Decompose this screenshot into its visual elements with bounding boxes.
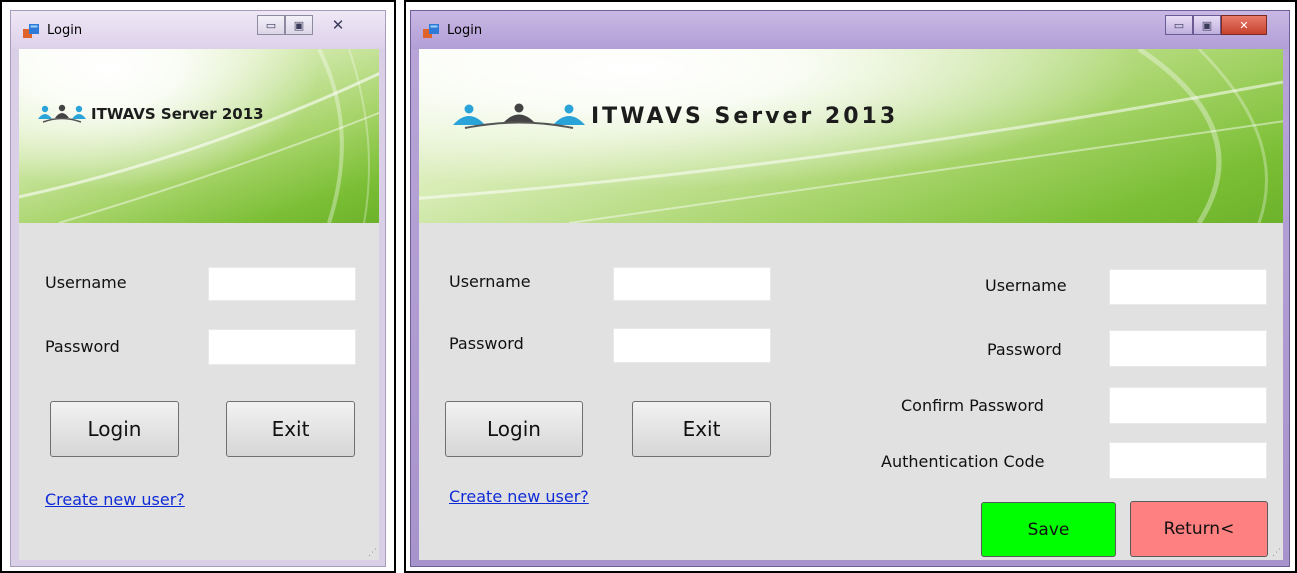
logo-text: ITWAVS Server 2013: [91, 105, 264, 123]
login-window-expanded: Login ▭ ▣ ✕ ITWAVS Server 2013 Username …: [410, 10, 1290, 567]
maximize-button[interactable]: ▣: [1193, 15, 1221, 35]
app-icon: [23, 24, 39, 38]
minimize-button[interactable]: ▭: [257, 15, 285, 35]
save-button[interactable]: Save: [981, 502, 1116, 557]
window-title: Login: [447, 23, 483, 38]
create-new-user-link[interactable]: Create new user?: [45, 490, 185, 509]
authentication-code-label: Authentication Code: [881, 452, 1045, 471]
create-new-user-link[interactable]: Create new user?: [449, 487, 589, 506]
title-bar[interactable]: Login ▭ ▣ ✕: [411, 11, 1289, 49]
confirm-password-label: Confirm Password: [901, 396, 1044, 415]
return-button[interactable]: Return<: [1130, 501, 1268, 557]
confirm-password-input[interactable]: [1109, 387, 1267, 424]
login-window-small: Login ▭ ▣ ✕ ITWAVS Server 2013 Username …: [10, 10, 386, 567]
username-label: Username: [449, 272, 531, 291]
header-banner: ITWAVS Server 2013: [419, 49, 1283, 223]
password-input[interactable]: [208, 329, 356, 365]
left-screenshot-frame: Login ▭ ▣ ✕ ITWAVS Server 2013 Username …: [0, 0, 396, 573]
banner-light-streaks: [419, 49, 1283, 223]
exit-button[interactable]: Exit: [226, 401, 355, 457]
window-title: Login: [47, 23, 83, 38]
window-controls: ▭ ▣ ✕: [257, 15, 363, 35]
form-client-area: ITWAVS Server 2013 Username Password Log…: [419, 49, 1283, 560]
close-button[interactable]: ✕: [1221, 15, 1267, 35]
header-banner: ITWAVS Server 2013: [19, 49, 379, 223]
resize-grip-icon[interactable]: ⋰: [368, 548, 377, 558]
password-label: Password: [449, 334, 524, 353]
logo: ITWAVS Server 2013: [37, 103, 264, 125]
people-logo-icon: [453, 103, 585, 129]
logo-text: ITWAVS Server 2013: [591, 103, 899, 129]
new-username-input[interactable]: [1109, 269, 1267, 305]
login-button[interactable]: Login: [445, 401, 583, 457]
username-input[interactable]: [208, 267, 356, 301]
password-input[interactable]: [613, 328, 771, 363]
username-label: Username: [45, 273, 127, 292]
form-client-area: ITWAVS Server 2013 Username Password Log…: [19, 49, 379, 560]
new-username-label: Username: [985, 276, 1067, 295]
app-icon: [423, 24, 439, 38]
new-password-input[interactable]: [1109, 330, 1267, 367]
authentication-code-input[interactable]: [1109, 442, 1267, 479]
maximize-button[interactable]: ▣: [285, 15, 313, 35]
resize-grip-icon[interactable]: ⋰: [1272, 548, 1281, 558]
banner-light-streaks: [19, 49, 379, 223]
password-label: Password: [45, 337, 120, 356]
username-input[interactable]: [613, 267, 771, 301]
logo: ITWAVS Server 2013: [451, 101, 898, 131]
new-password-label: Password: [987, 340, 1062, 359]
exit-button[interactable]: Exit: [632, 401, 771, 457]
window-controls: ▭ ▣ ✕: [1165, 15, 1267, 35]
title-bar[interactable]: Login ▭ ▣ ✕: [11, 11, 385, 49]
login-button[interactable]: Login: [50, 401, 179, 457]
people-logo-icon: [38, 104, 86, 123]
close-button[interactable]: ✕: [313, 15, 363, 35]
minimize-button[interactable]: ▭: [1165, 15, 1193, 35]
right-screenshot-frame: Login ▭ ▣ ✕ ITWAVS Server 2013 Username …: [404, 0, 1297, 573]
